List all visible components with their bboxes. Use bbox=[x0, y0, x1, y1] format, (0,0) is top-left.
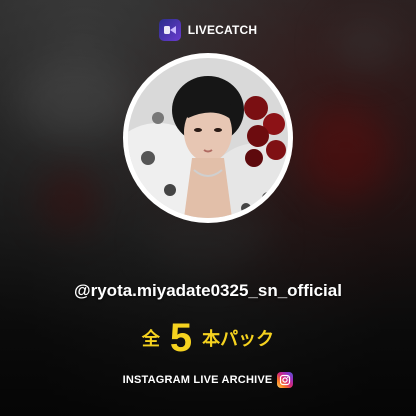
pack-prefix: 全 bbox=[141, 329, 160, 349]
livecatch-card: LIVECATCH @ryota.miyadate0325_sn_officia… bbox=[0, 0, 416, 416]
brand-header: LIVECATCH bbox=[0, 19, 416, 41]
account-handle: @ryota.miyadate0325_sn_official bbox=[74, 281, 342, 300]
archive-label: INSTAGRAM LIVE ARCHIVE bbox=[122, 374, 273, 386]
brand-name: LIVECATCH bbox=[187, 23, 258, 37]
instagram-icon bbox=[277, 372, 294, 388]
avatar bbox=[128, 58, 288, 218]
pack-count-line: 全 5 本パック bbox=[0, 318, 416, 358]
archive-label-line: INSTAGRAM LIVE ARCHIVE bbox=[0, 372, 416, 388]
pack-count: 5 bbox=[169, 316, 193, 360]
pack-suffix: 本パック bbox=[202, 329, 275, 349]
livecatch-logo-icon bbox=[158, 19, 181, 41]
